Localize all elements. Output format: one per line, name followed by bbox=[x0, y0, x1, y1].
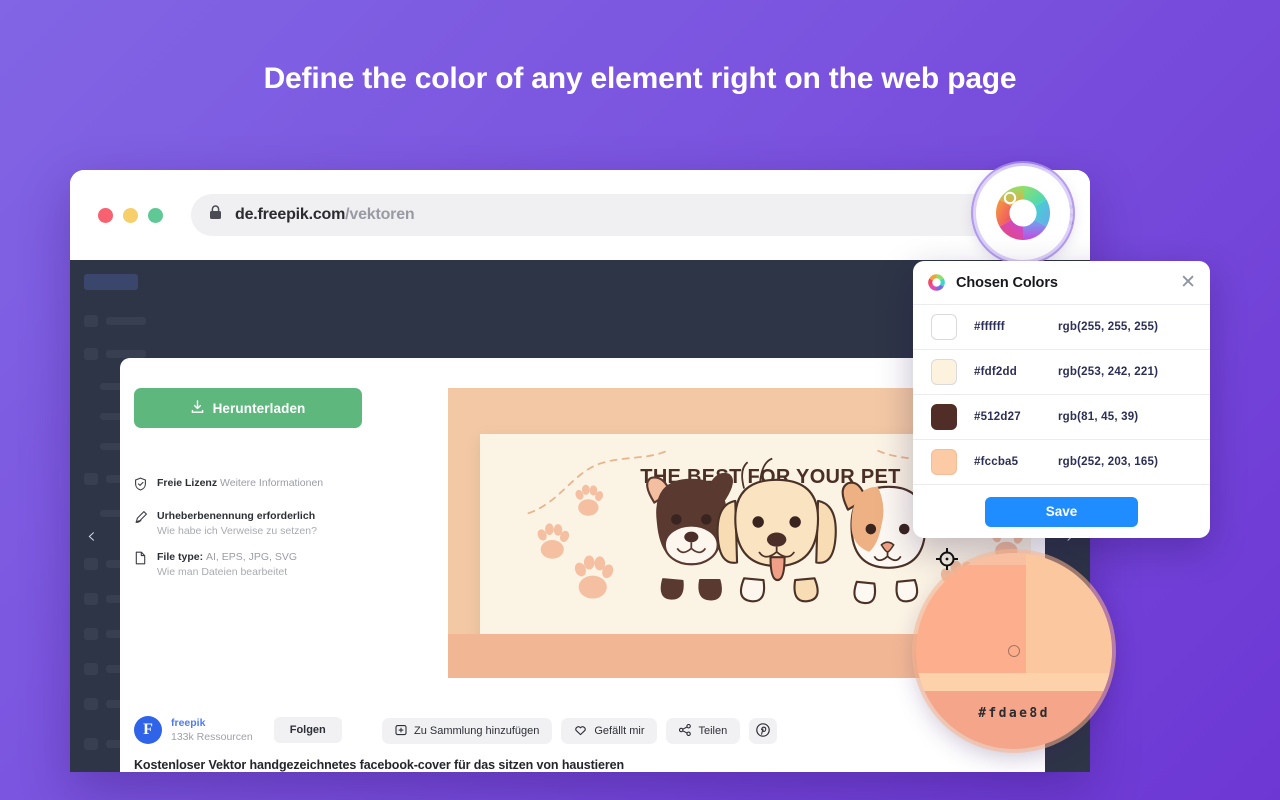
save-button[interactable]: Save bbox=[985, 496, 1138, 527]
color-wheel-icon bbox=[928, 274, 945, 291]
browser-chrome-bar: de.freepik.com/vektoren bbox=[70, 170, 1090, 260]
author-block: F freepik 133k Ressourcen Folgen bbox=[134, 716, 342, 745]
add-to-collection-icon bbox=[395, 724, 407, 739]
close-window-button[interactable] bbox=[98, 207, 113, 223]
add-to-collection-label: Zu Sammlung hinzufügen bbox=[414, 725, 540, 737]
color-swatch[interactable] bbox=[931, 404, 957, 430]
like-button[interactable]: Gefällt mir bbox=[561, 718, 658, 744]
share-icon bbox=[679, 723, 692, 739]
author-resources: 133k Ressourcen bbox=[171, 731, 253, 744]
resource-caption: Kostenloser Vektor handgezeichnetes face… bbox=[134, 758, 625, 772]
color-rgb: rgb(253, 242, 221) bbox=[1058, 366, 1159, 378]
crosshair-cursor-icon bbox=[936, 548, 958, 570]
follow-button[interactable]: Folgen bbox=[273, 717, 342, 744]
color-hex: #fdf2dd bbox=[974, 366, 1017, 378]
pen-icon bbox=[134, 509, 148, 537]
heart-icon bbox=[574, 724, 587, 739]
avatar[interactable]: F bbox=[134, 716, 162, 745]
filetype-label: File type: bbox=[157, 551, 204, 564]
color-hex: #512d27 bbox=[974, 411, 1021, 423]
color-row[interactable]: #512d27 rgb(81, 45, 39) bbox=[913, 395, 1210, 440]
color-wheel-icon bbox=[995, 186, 1051, 240]
add-to-collection-button[interactable]: Zu Sammlung hinzufügen bbox=[382, 718, 553, 744]
pinterest-icon bbox=[756, 722, 771, 740]
color-swatch[interactable] bbox=[931, 359, 957, 385]
license-title: Freie Lizenz bbox=[157, 477, 218, 489]
address-bar[interactable]: de.freepik.com/vektoren bbox=[191, 194, 1012, 236]
color-hex: #ffffff bbox=[974, 321, 1005, 333]
color-swatch[interactable] bbox=[931, 449, 957, 475]
share-label: Teilen bbox=[698, 725, 728, 737]
traffic-lights bbox=[98, 207, 163, 223]
color-hex: #fccba5 bbox=[974, 456, 1019, 468]
color-picker-loupe: #fdae8d bbox=[916, 553, 1112, 749]
license-row: File type: AI, EPS, JPG, SVG Wie man Dat… bbox=[134, 550, 384, 578]
color-rgb: rgb(81, 45, 39) bbox=[1058, 411, 1139, 423]
download-icon bbox=[191, 399, 204, 417]
color-swatch[interactable] bbox=[931, 314, 957, 340]
color-rgb: rgb(252, 203, 165) bbox=[1058, 456, 1159, 468]
pinterest-button[interactable] bbox=[749, 718, 778, 744]
color-rgb: rgb(255, 255, 255) bbox=[1058, 321, 1159, 333]
license-sub[interactable]: Wie habe ich Verweise zu setzen? bbox=[157, 525, 317, 537]
filetype-value: AI, EPS, JPG, SVG bbox=[206, 551, 298, 564]
action-buttons: Zu Sammlung hinzufügen Gefällt mir Teile… bbox=[382, 718, 778, 744]
color-row[interactable]: #ffffff rgb(255, 255, 255) bbox=[913, 305, 1210, 350]
panel-title: Chosen Colors bbox=[956, 274, 1058, 291]
license-row: Freie Lizenz Weitere Informationen bbox=[134, 476, 384, 496]
download-label: Herunterladen bbox=[212, 400, 306, 416]
chosen-colors-panel: Chosen Colors ✕ #ffffff rgb(255, 255, 25… bbox=[913, 261, 1210, 538]
url-path: /vektoren bbox=[345, 206, 415, 223]
color-row[interactable]: #fccba5 rgb(252, 203, 165) bbox=[913, 440, 1210, 485]
minimize-window-button[interactable] bbox=[123, 207, 138, 223]
license-link[interactable]: Weitere Informationen bbox=[220, 477, 323, 489]
url-text: de.freepik.com/vektoren bbox=[235, 206, 415, 224]
license-title: Urheberbenennung erforderlich bbox=[157, 510, 316, 522]
panel-header: Chosen Colors ✕ bbox=[913, 261, 1210, 305]
maximize-window-button[interactable] bbox=[148, 207, 163, 223]
page-title: Define the color of any element right on… bbox=[263, 62, 1017, 95]
panel-footer: Save bbox=[913, 485, 1210, 538]
extension-button[interactable] bbox=[976, 166, 1070, 260]
prev-slide-button[interactable]: ‹ bbox=[87, 524, 96, 549]
license-info: Freie Lizenz Weitere Informationen Urheb… bbox=[134, 476, 384, 591]
license-row: Urheberbenennung erforderlich Wie habe i… bbox=[134, 509, 384, 537]
loupe-center-dot bbox=[1008, 645, 1020, 657]
like-label: Gefällt mir bbox=[594, 725, 645, 737]
color-row[interactable]: #fdf2dd rgb(253, 242, 221) bbox=[913, 350, 1210, 395]
url-domain: de.freepik.com bbox=[235, 206, 346, 223]
shield-check-icon bbox=[134, 476, 148, 496]
share-button[interactable]: Teilen bbox=[666, 718, 741, 744]
resource-detail-modal: Herunterladen Freie Lizenz Weitere Infor… bbox=[120, 358, 1045, 772]
author-name[interactable]: freepik bbox=[171, 716, 253, 730]
close-icon[interactable]: ✕ bbox=[1180, 273, 1196, 292]
lock-icon bbox=[209, 205, 222, 225]
loupe-hex-value: #fdae8d bbox=[978, 706, 1050, 721]
download-button[interactable]: Herunterladen bbox=[134, 388, 362, 428]
license-sub[interactable]: Wie man Dateien bearbeitet bbox=[157, 566, 297, 578]
file-icon bbox=[134, 550, 148, 578]
